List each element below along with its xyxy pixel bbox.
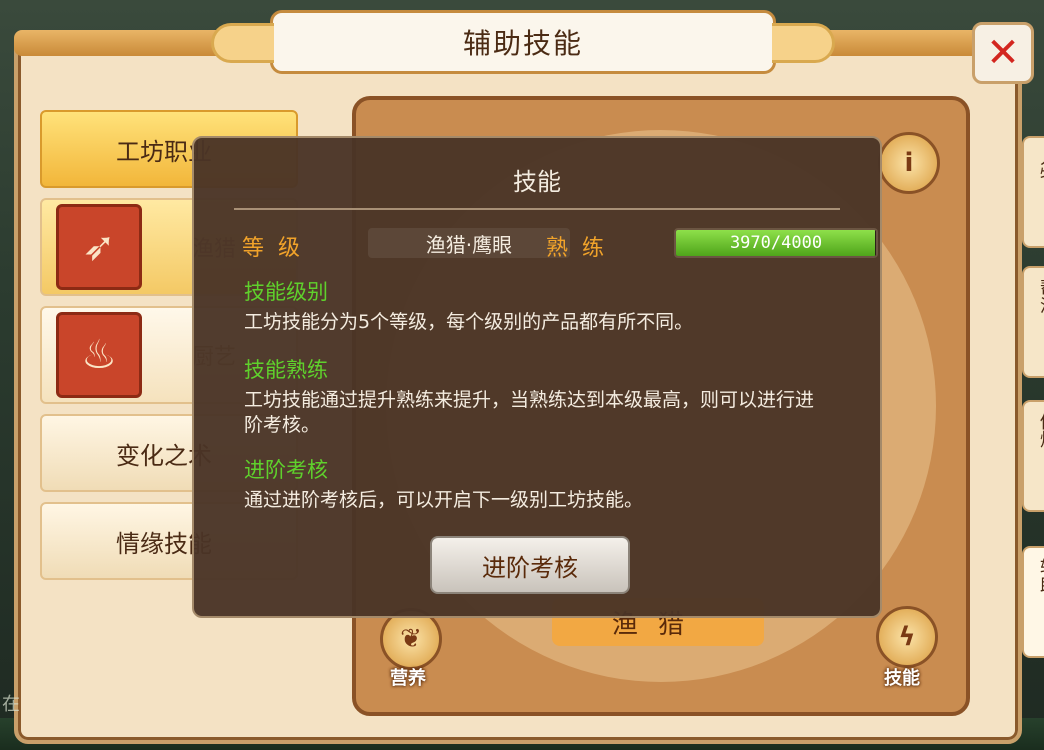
proficiency-text: 3970/4000 [729, 233, 823, 253]
section-skill-level: 技能级别 工坊技能分为5个等级，每个级别的产品都有所不同。 [244, 276, 820, 335]
skill-button[interactable]: ϟ [876, 606, 938, 668]
section-skill-proficiency: 技能熟练 工坊技能通过提升熟练来提升，当熟练达到本级最高，则可以进行进阶考核。 [244, 354, 820, 438]
section-heading: 技能熟练 [244, 358, 328, 382]
tab-auxiliary[interactable]: 辅助 [1022, 546, 1044, 658]
modal-title: 技能 [513, 168, 561, 196]
level-label: 等级 [242, 236, 315, 261]
lightning-icon: ϟ [898, 622, 916, 652]
title-bar: 辅助技能 [211, 10, 835, 74]
proficiency-bar: 3970/4000 [674, 228, 878, 258]
tab-character[interactable]: 人物 [1022, 136, 1044, 248]
section-advance-exam: 进阶考核 通过进阶考核后，可以开启下一级别工坊技能。 [244, 454, 820, 513]
nutrition-label: 营养 [390, 668, 426, 689]
close-button[interactable]: ✕ [972, 22, 1034, 84]
skill-info-row: 等级 渔猎·鹰眼 熟练 3970/4000 [242, 228, 878, 261]
bow-arrow-icon: ➶ [56, 204, 142, 290]
window-title: 辅助技能 [462, 27, 583, 60]
modal-divider [234, 208, 840, 210]
info-icon: i [904, 148, 914, 178]
background-text: 在 [2, 694, 20, 715]
frying-pan-icon: ♨ [56, 312, 142, 398]
close-icon: ✕ [986, 30, 1020, 76]
advance-exam-button[interactable]: 进阶考核 [430, 536, 630, 594]
title-ornament-left [211, 23, 274, 63]
level-value: 渔猎·鹰眼 [368, 228, 570, 258]
section-body: 通过进阶考核后，可以开启下一级别工坊技能。 [244, 489, 644, 511]
title-ornament-right [772, 23, 835, 63]
section-heading: 进阶考核 [244, 458, 328, 482]
tab-guild[interactable]: 帮派 [1022, 266, 1044, 378]
info-button[interactable]: i [878, 132, 940, 194]
section-heading: 技能级别 [244, 280, 328, 304]
tab-cultivation[interactable]: 修炼 [1022, 400, 1044, 512]
leaf-icon: ❦ [400, 624, 422, 654]
skill-info-modal: 技能 等级 渔猎·鹰眼 熟练 3970/4000 技能级别 工坊技能分为5个等级… [192, 136, 882, 618]
section-body: 工坊技能分为5个等级，每个级别的产品都有所不同。 [244, 311, 694, 333]
section-body: 工坊技能通过提升熟练来提升，当熟练达到本级最高，则可以进行进阶考核。 [244, 389, 815, 436]
proficiency-label: 熟练 [546, 236, 619, 261]
skill-label: 技能 [884, 668, 920, 689]
